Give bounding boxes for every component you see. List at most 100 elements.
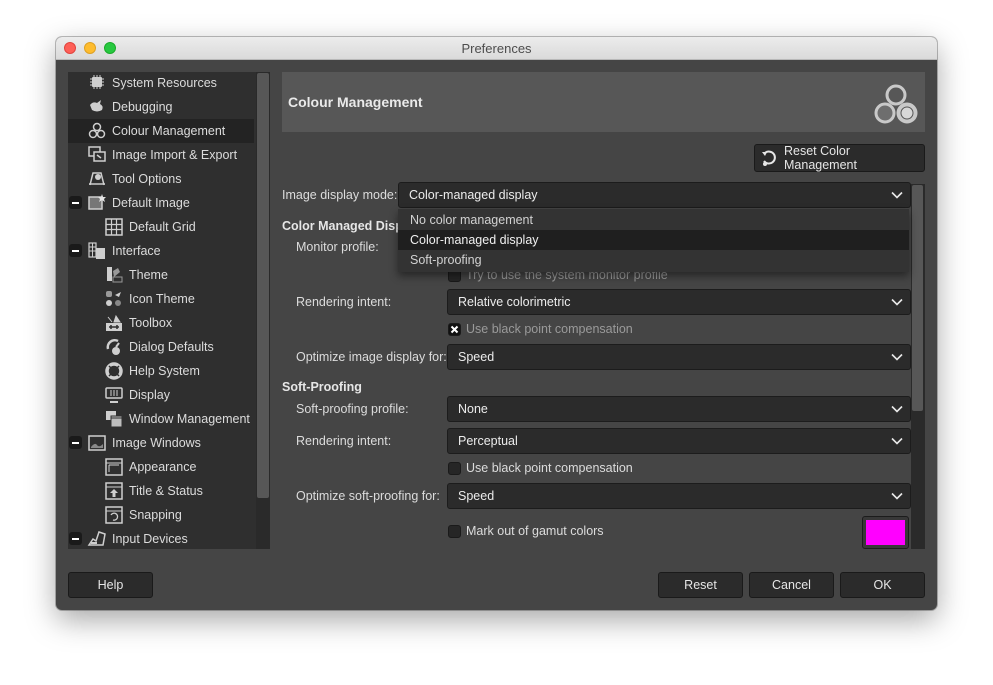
tool-options-icon [87,170,107,188]
sidebar-item-label: Snapping [129,508,182,522]
black-point-compensation-checkbox[interactable]: Use black point compensation [448,322,633,336]
checkbox-box[interactable] [448,524,461,538]
color-circles-icon [87,122,107,140]
lifebuoy-icon [104,362,124,380]
reset-icon [760,149,778,167]
sidebar-item-label: Icon Theme [129,292,195,306]
sidebar-item-image-import-export[interactable]: Image Import & Export [68,143,254,167]
image-display-mode-select[interactable]: Color-managed display [398,182,911,208]
default-image-icon [87,194,107,212]
sidebar-item-label: Default Grid [129,220,196,234]
sidebar-item-help-system[interactable]: Help System [68,359,254,383]
sidebar-item-interface[interactable]: Interface [68,239,254,263]
sidebar-item-label: Colour Management [112,124,226,138]
sidebar-item-label: Help System [129,364,200,378]
sidebar-item-label: Dialog Defaults [129,340,214,354]
sidebar-item-label: Title & Status [129,484,203,498]
soft-proofing-black-point-label: Use black point compensation [466,461,633,475]
rendering-intent-select[interactable]: Relative colorimetric [447,289,911,315]
sidebar-item-label: Toolbox [129,316,173,330]
sidebar-item-input-devices[interactable]: Input Devices [68,527,254,549]
theme-icon [104,266,124,284]
dropdown-option-soft-proofing[interactable]: Soft-proofing [398,250,909,270]
import-export-icon [87,146,107,164]
checkbox-box[interactable] [448,461,461,475]
sidebar-item-label: Appearance [129,460,197,474]
soft-proofing-section: Soft-Proofing [282,380,362,394]
color-managed-display-section: Color Managed Display [282,219,400,233]
sidebar-item-default-image[interactable]: Default Image [68,191,254,215]
chevron-down-icon [891,492,903,500]
soft-proofing-black-point-checkbox[interactable]: Use black point compensation [448,461,633,475]
sidebar-item-image-windows[interactable]: Image Windows [68,431,254,455]
sidebar-item-dialog-defaults[interactable]: Dialog Defaults [68,335,254,359]
reset-color-management-label: Reset Color Management [784,144,857,172]
cancel-button[interactable]: Cancel [749,572,834,598]
sidebar-item-label: Interface [112,244,161,258]
sidebar-item-icon-theme[interactable]: Icon Theme [68,287,254,311]
collapse-expander-icon[interactable] [69,436,82,449]
sidebar-item-debugging[interactable]: Debugging [68,95,254,119]
sidebar-item-tool-options[interactable]: Tool Options [68,167,254,191]
soft-proofing-rendering-intent-select[interactable]: Perceptual [447,428,911,454]
sidebar-item-label: Input Devices [112,532,188,546]
soft-proofing-profile-label: Soft-proofing profile: [296,402,409,416]
page-header: Colour Management [282,72,925,132]
dropdown-option-color-managed-display[interactable]: Color-managed display [398,230,909,250]
reset-button[interactable]: Reset [658,572,743,598]
rendering-intent-label: Rendering intent: [296,295,392,309]
title-bar: Preferences [56,37,937,60]
input-devices-icon [87,530,107,548]
sidebar-item-theme[interactable]: Theme [68,263,254,287]
sidebar-scrollbar-thumb[interactable] [257,73,269,498]
sidebar-item-display[interactable]: Display [68,383,254,407]
ok-button[interactable]: OK [840,572,925,598]
checkbox-checked[interactable] [448,322,461,336]
image-windows-icon [87,434,107,452]
chevron-down-icon [891,298,903,306]
sidebar-item-default-grid[interactable]: Default Grid [68,215,254,239]
help-button[interactable]: Help [68,572,153,598]
display-icon [104,386,124,404]
snapping-icon [104,506,124,524]
optimize-soft-proofing-select[interactable]: Speed [447,483,911,509]
page-title: Colour Management [288,94,423,110]
sidebar-item-system-resources[interactable]: System Resources [68,72,254,95]
mark-out-of-gamut-checkbox[interactable]: Mark out of gamut colors [448,524,604,538]
sidebar-item-snapping[interactable]: Snapping [68,503,254,527]
content-scrollbar-thumb[interactable] [912,185,923,411]
soft-proofing-profile-select[interactable]: None [447,396,911,422]
collapse-expander-icon[interactable] [69,196,82,209]
chevron-down-icon [891,353,903,361]
sidebar-item-label: System Resources [112,76,217,90]
sidebar-item-label: Theme [129,268,168,282]
dropdown-option-no-color-management[interactable]: No color management [398,210,909,230]
sidebar-scrollbar[interactable] [256,72,270,549]
color-circles-icon [871,80,921,133]
sidebar-item-colour-management[interactable]: Colour Management [68,119,254,143]
wilber-bug-icon [87,98,107,116]
icon-theme-icon [104,290,124,308]
content-scrollbar[interactable] [911,184,925,549]
sidebar-item-window-management[interactable]: Window Management [68,407,254,431]
optimize-display-value: Speed [458,350,495,364]
display-mode-dropdown-menu: No color management Color-managed display… [398,209,909,272]
soft-proofing-rendering-intent-value: Perceptual [458,434,518,448]
sidebar-item-label: Image Import & Export [112,148,238,162]
collapse-expander-icon[interactable] [69,532,82,545]
collapse-expander-icon[interactable] [69,244,82,257]
sidebar-item-toolbox[interactable]: Toolbox [68,311,254,335]
optimize-display-select[interactable]: Speed [447,344,911,370]
optimize-soft-proofing-value: Speed [458,489,495,503]
sidebar-item-title-status[interactable]: Title & Status [68,479,254,503]
sidebar-item-label: Tool Options [112,172,182,186]
optimize-soft-proofing-label: Optimize soft-proofing for: [296,489,440,503]
chevron-down-icon [891,191,903,199]
sidebar-item-appearance[interactable]: Appearance [68,455,254,479]
sidebar-item-label: Window Management [129,412,250,426]
check-x-icon [450,325,459,333]
image-display-mode-label: Image display mode: [282,188,398,202]
gamut-color-button[interactable] [862,516,909,549]
reset-color-management-button[interactable]: Reset Color Management [754,144,925,172]
black-point-compensation-label: Use black point compensation [466,322,633,336]
